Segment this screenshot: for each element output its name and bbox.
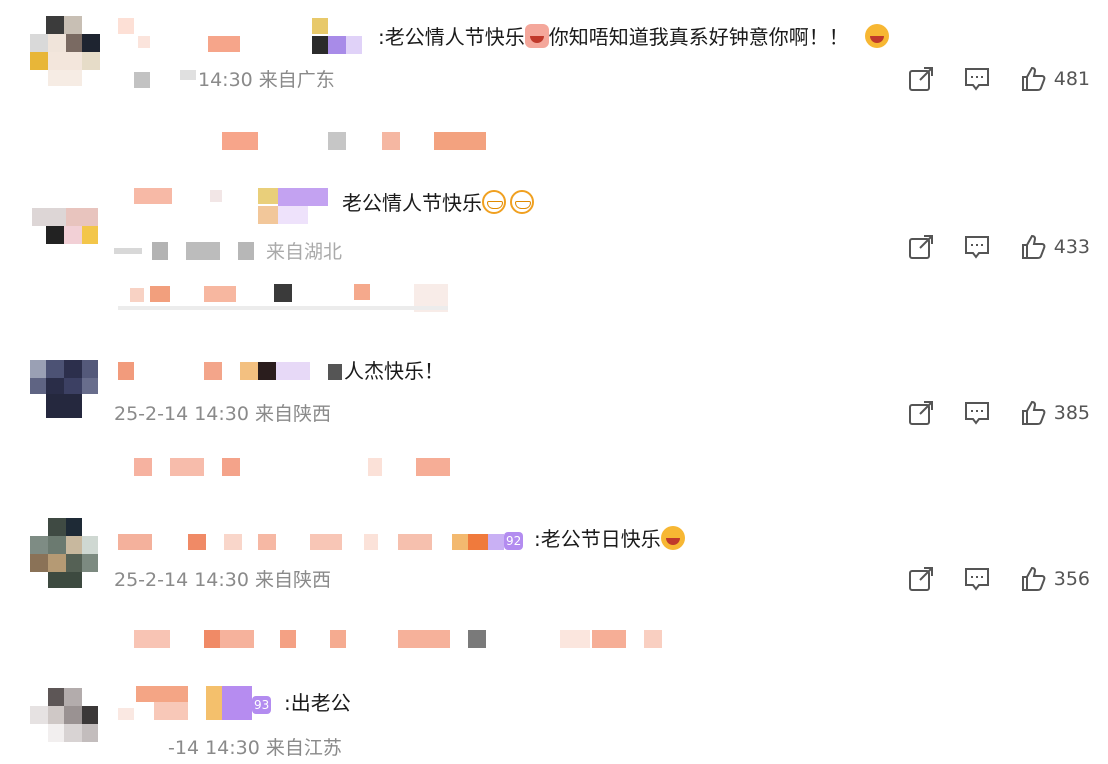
- grin-emoji-icon: [482, 190, 506, 214]
- comment-text: :老公节日快乐: [534, 526, 685, 552]
- username-redacted[interactable]: 92: [118, 532, 538, 558]
- like-count: 481: [1053, 68, 1090, 90]
- comment-text: 老公情人节快乐: [342, 190, 534, 216]
- grin-emoji-icon: [510, 190, 534, 214]
- like-count: 385: [1053, 402, 1090, 424]
- reply-preview-redacted[interactable]: [134, 630, 674, 650]
- comment-actions: 356: [878, 564, 1090, 594]
- username-redacted[interactable]: [130, 188, 340, 224]
- avatar[interactable]: [30, 192, 100, 262]
- reply-preview-redacted[interactable]: [134, 458, 464, 478]
- avatar[interactable]: [30, 518, 100, 588]
- like-button[interactable]: 385: [1020, 400, 1090, 426]
- comment-meta: -14 14:30 来自江苏: [168, 737, 342, 759]
- avatar[interactable]: [30, 16, 100, 86]
- rose-emoji-icon: [524, 24, 549, 48]
- username-redacted[interactable]: 93: [118, 686, 288, 720]
- comment-text: :老公情人节快乐 你知唔知道我真系好钟意你啊！！: [378, 24, 890, 50]
- share-icon[interactable]: [908, 566, 934, 592]
- thumbs-up-icon: [1021, 234, 1046, 259]
- like-button[interactable]: 356: [1020, 566, 1090, 592]
- reply-preview-redacted[interactable]: [222, 132, 502, 152]
- avatar[interactable]: [30, 360, 100, 430]
- comment-icon[interactable]: [964, 234, 990, 260]
- comment-meta: 25-2-14 14:30 来自陕西: [114, 569, 331, 591]
- comment-meta: 25-2-14 14:30 来自陕西: [114, 403, 331, 425]
- like-button[interactable]: 481: [1020, 66, 1090, 92]
- thumbs-up-icon: [1021, 66, 1046, 91]
- like-count: 356: [1053, 568, 1090, 590]
- comment-meta: 来自湖北: [114, 240, 342, 264]
- share-icon[interactable]: [908, 234, 934, 260]
- comment-text: 人杰快乐！: [344, 359, 444, 383]
- comment-actions: 433: [878, 232, 1090, 262]
- thumbs-up-icon: [1021, 400, 1046, 425]
- fan-level-badge: 93: [252, 696, 272, 714]
- comment-icon[interactable]: [964, 66, 990, 92]
- crying-laugh-emoji-icon: [660, 526, 685, 550]
- username-redacted[interactable]: [118, 362, 348, 388]
- comment-actions: 481: [878, 64, 1090, 94]
- comment-icon[interactable]: [964, 566, 990, 592]
- comment-icon[interactable]: [964, 400, 990, 426]
- thumbs-up-icon: [1021, 566, 1046, 591]
- crying-laugh-emoji-icon: [865, 24, 890, 48]
- share-icon[interactable]: [908, 66, 934, 92]
- share-icon[interactable]: [908, 400, 934, 426]
- like-count: 433: [1053, 236, 1090, 258]
- avatar[interactable]: [30, 688, 100, 758]
- reply-preview-redacted[interactable]: [118, 284, 458, 312]
- fan-level-badge: 92: [504, 532, 524, 550]
- username-redacted[interactable]: [118, 18, 368, 54]
- comment-meta: 14:30 来自广东: [134, 68, 335, 92]
- comment-actions: 385: [878, 398, 1090, 428]
- like-button[interactable]: 433: [1020, 234, 1090, 260]
- comment-text: :出老公: [284, 691, 351, 715]
